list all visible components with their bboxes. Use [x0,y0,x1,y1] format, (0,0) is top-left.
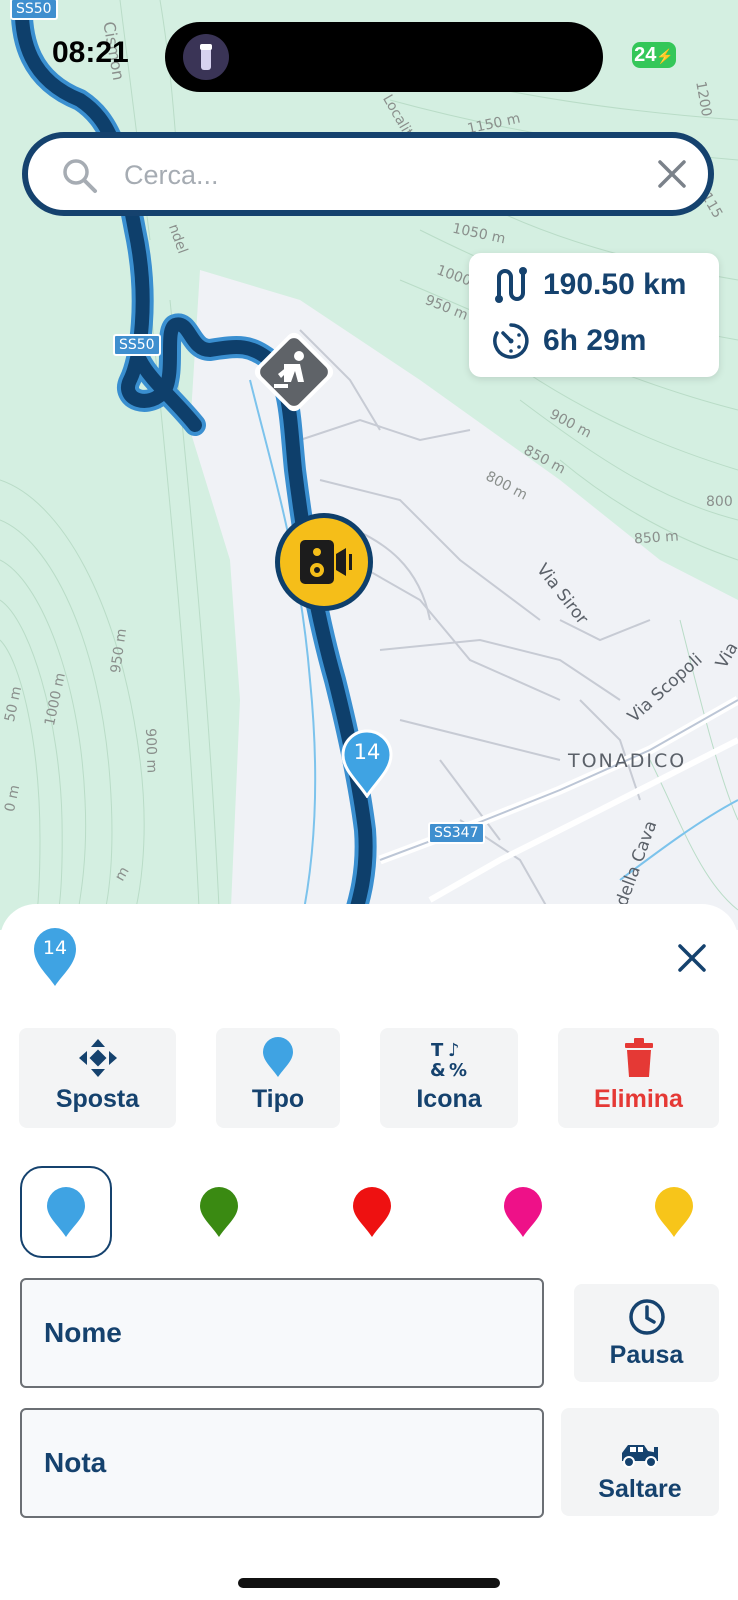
route-distance: 190.50 km [491,265,686,305]
type-button[interactable]: Tipo [216,1028,340,1128]
roadwork-marker[interactable] [244,322,344,422]
clock-icon [628,1299,665,1335]
svg-text:T: T [431,1040,444,1061]
route-distance-value: 190.50 km [543,268,687,301]
selected-waypoint-pin: 14 [32,926,78,988]
pin-color-yellow-icon [655,1187,693,1237]
roadwork-icon [254,332,334,412]
pin-color-red[interactable] [326,1166,418,1258]
search-icon [63,159,97,193]
type-button-label: Tipo [251,1085,305,1113]
pin-color-yellow[interactable] [628,1166,720,1258]
pin-color-pink[interactable] [477,1166,569,1258]
route-duration: 6h 29m [491,321,646,361]
move-button-label: Sposta [55,1085,140,1113]
road-shield-ss50: SS50 [113,334,161,356]
svg-text:&: & [430,1060,446,1079]
name-input[interactable] [42,1310,526,1356]
battery-level: 24 [634,44,657,66]
dynamic-island [165,22,603,92]
status-time: 08:21 [52,36,129,69]
map-label-town-tonadico: TONADICO [568,750,687,772]
waypoint-pin-number: 14 [353,740,381,764]
pin-color-red-icon [353,1187,391,1237]
search-input[interactable] [122,152,626,198]
pin-color-green-icon [200,1187,238,1237]
clear-icon[interactable] [652,154,692,194]
search-bar[interactable] [22,132,714,216]
speed-camera-marker[interactable] [272,510,376,614]
name-field[interactable] [20,1278,544,1388]
route-stats-card: 190.50 km 6h 29m [469,253,719,377]
skip-button[interactable]: Saltare [561,1408,719,1516]
move-icon [78,1039,117,1077]
map-label-contour-800-r: 800 [706,494,733,510]
route-distance-icon [495,267,527,303]
close-icon[interactable] [672,938,712,978]
pin-color-blue-icon [47,1187,85,1237]
battery-indicator: 24⚡ [632,42,676,68]
icon-picker-icon: T ♪ & % [430,1040,467,1079]
pin-color-green[interactable] [173,1166,265,1258]
waypoint-pin-14[interactable]: 14 [340,728,394,798]
jeep-icon [622,1445,658,1468]
pin-color-pink-icon [504,1187,542,1237]
type-pin-icon [263,1037,293,1077]
road-shield-ss347: SS347 [428,822,485,844]
skip-button-label: Saltare [598,1475,682,1503]
route-duration-value: 6h 29m [543,324,647,357]
delete-button[interactable]: Elimina [558,1028,719,1128]
icon-button-label: Icona [416,1085,482,1113]
map-label-contour-900-v: 900 m [142,728,160,774]
charging-bolt-icon: ⚡ [656,48,674,64]
pause-button[interactable]: Pausa [574,1284,719,1382]
note-field[interactable] [20,1408,544,1518]
home-indicator[interactable] [238,1578,500,1588]
pin-color-blue[interactable] [20,1166,112,1258]
svg-text:%: % [449,1060,467,1079]
note-input[interactable] [42,1440,526,1486]
flashlight-icon [183,34,229,80]
move-button[interactable]: Sposta [19,1028,176,1128]
status-bar: 08:21 24⚡ [0,0,738,100]
trash-icon [624,1038,653,1077]
svg-text:♪: ♪ [448,1040,460,1061]
speed-camera-icon [275,513,373,611]
duration-icon [493,323,529,359]
pause-button-label: Pausa [609,1341,684,1369]
selected-waypoint-number: 14 [42,937,68,959]
waypoint-edit-sheet: 14 Sposta Tipo T ♪ & % Icona Elimina Nom… [0,904,738,1600]
delete-button-label: Elimina [594,1085,683,1113]
map-label-contour-850-b: 850 m [633,528,680,548]
icon-button[interactable]: T ♪ & % Icona [380,1028,518,1128]
